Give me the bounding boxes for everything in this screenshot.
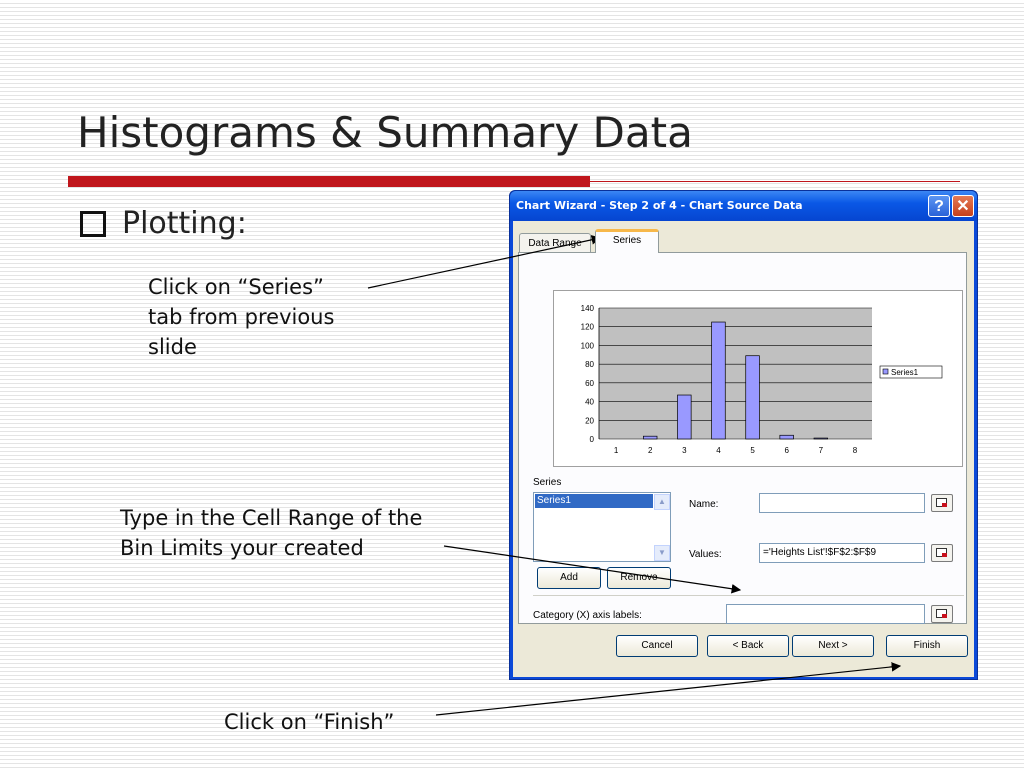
bar [677,394,692,440]
finish-button[interactable]: Finish [886,635,968,657]
close-button[interactable]: ✕ [952,195,974,217]
x-tick-label: 1 [614,446,619,455]
note-finish: Click on “Finish” [224,710,395,734]
tab-data-range[interactable]: Data Range [519,233,591,252]
x-tick-label: 5 [750,446,755,455]
back-button[interactable]: < Back [707,635,789,657]
y-tick-label: 120 [581,323,595,332]
note-line: slide [148,335,197,359]
y-tick-label: 80 [585,360,594,369]
name-input[interactable] [759,493,925,513]
bar [779,434,794,440]
x-tick-label: 8 [853,446,858,455]
histogram-chart: 0 20 40 60 80 100 120 140 1 2 3 4 5 6 7 8 Series1 [581,304,943,455]
dialog-client-area: Data Range Series 0 20 40 60 80 100 120 140 1 2 3 4… [513,221,974,677]
series-list-item[interactable]: Series1 [535,494,653,508]
y-tick-label: 100 [581,341,595,350]
chart-wizard-dialog: Chart Wizard - Step 2 of 4 - Chart Sourc… [509,190,978,680]
bar [745,355,760,440]
title-accent-line [590,181,960,182]
category-label: Category (X) axis labels: [533,610,642,621]
remove-series-button[interactable]: Remove [607,567,671,589]
tab-panel-series: 0 20 40 60 80 100 120 140 1 2 3 4 5 6 7 8 Series1 Series… [518,252,967,624]
legend-swatch [882,368,889,375]
bullet-plotting: Plotting: [80,206,247,241]
chart-preview: 0 20 40 60 80 100 120 140 1 2 3 4 5 6 7 8 Series1 [553,290,963,467]
slide-title: Histograms & Summary Data [77,108,693,157]
separator [533,595,964,596]
name-label: Name: [689,499,719,510]
note-line: tab from previous [148,305,335,329]
tab-series[interactable]: Series [595,229,659,253]
note-line: Click on “Series” [148,275,324,299]
note-line: Bin Limits your created [120,536,364,560]
values-label: Values: [689,549,722,560]
range-picker-icon[interactable] [931,494,953,512]
scroll-up-icon[interactable]: ▲ [654,494,670,510]
y-tick-label: 40 [585,398,594,407]
x-tick-label: 3 [682,446,687,455]
series-section-label: Series [533,477,562,488]
dialog-title: Chart Wizard - Step 2 of 4 - Chart Sourc… [516,199,803,212]
note-series-tab: Click on “Series” tab from previous slid… [148,272,334,362]
bar [643,435,658,440]
y-tick-label: 140 [581,304,595,313]
y-tick-label: 60 [585,379,594,388]
x-tick-label: 6 [784,446,789,455]
dialog-titlebar[interactable]: Chart Wizard - Step 2 of 4 - Chart Sourc… [510,191,977,221]
add-series-button[interactable]: Add [537,567,601,589]
help-button[interactable]: ? [928,195,950,217]
bullet-text: Plotting: [122,206,247,241]
note-cell-range: Type in the Cell Range of the Bin Limits… [120,503,422,563]
series-listbox[interactable]: Series1 ▲ ▼ [533,492,671,562]
title-accent-bar [68,176,590,187]
range-picker-icon[interactable] [931,544,953,562]
values-input[interactable]: ='Heights List'!$F$2:$F$9 [759,543,925,563]
note-line: Type in the Cell Range of the [120,506,423,530]
x-tick-label: 2 [648,446,653,455]
x-tick-label: 7 [819,446,824,455]
legend-label: Series1 [891,368,919,377]
cancel-button[interactable]: Cancel [616,635,698,657]
next-button[interactable]: Next > [792,635,874,657]
bar [813,437,828,440]
bullet-square-icon [80,210,106,237]
y-tick-label: 0 [590,435,595,444]
plot-area [599,308,872,439]
x-tick-label: 4 [716,446,721,455]
category-input[interactable] [726,604,925,624]
y-tick-label: 20 [585,416,594,425]
bar [711,321,726,440]
scroll-down-icon[interactable]: ▼ [654,545,670,561]
range-picker-icon[interactable] [931,605,953,623]
